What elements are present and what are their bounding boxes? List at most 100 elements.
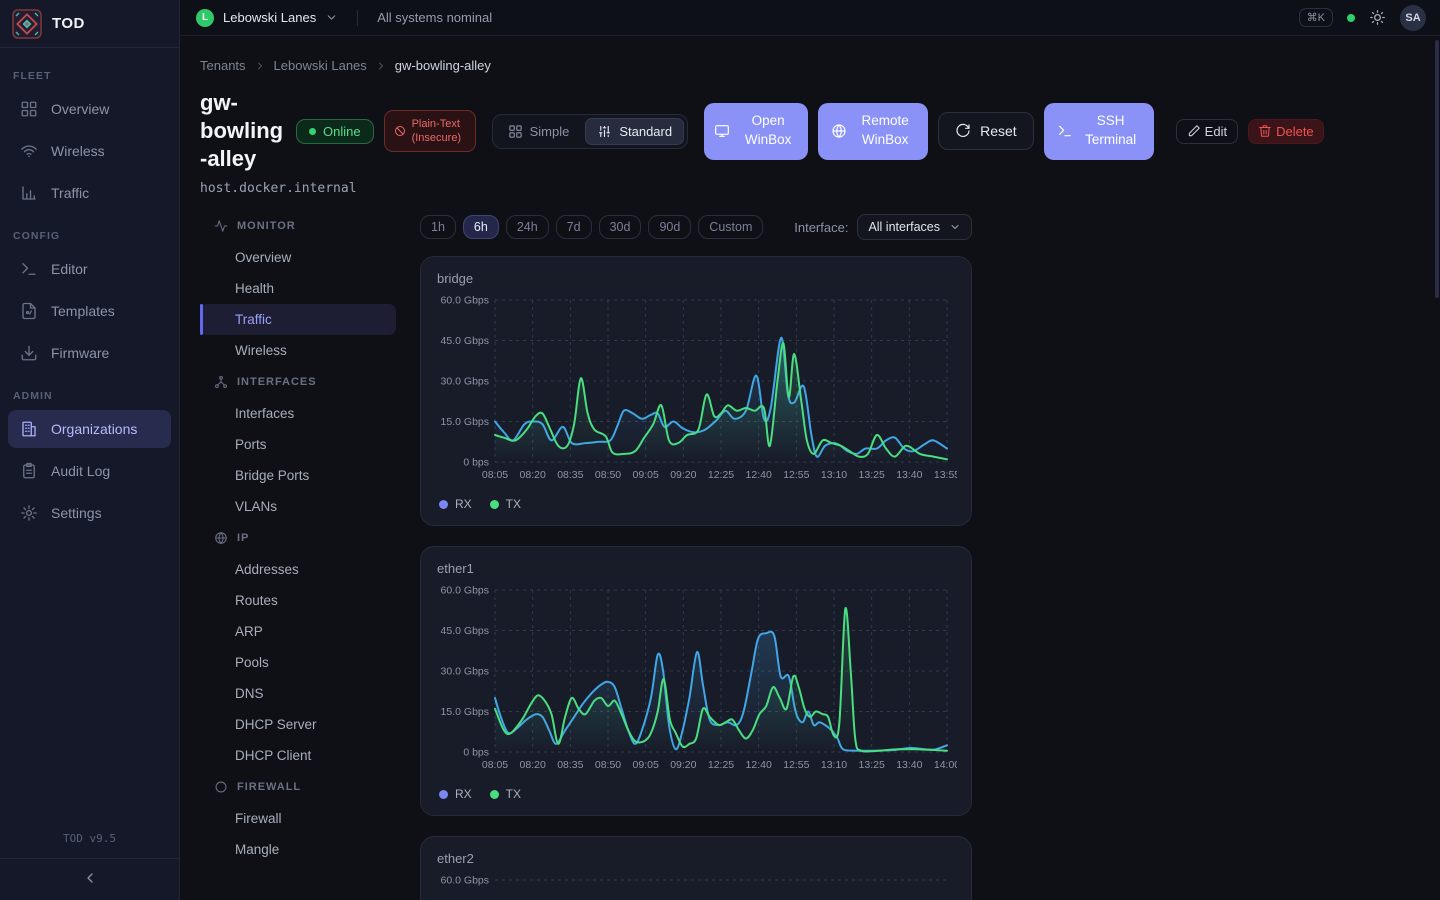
standard-label: Standard [619, 124, 672, 139]
subnav-section-label: IP [237, 532, 249, 544]
breadcrumb-tenants[interactable]: Tenants [200, 58, 246, 73]
online-dot-icon [309, 128, 316, 135]
x-axis-label: 08:05 [482, 469, 508, 481]
sidebar-item-firmware[interactable]: Firmware [8, 334, 171, 372]
x-axis-label: 13:40 [896, 759, 922, 771]
x-axis-label: 13:25 [859, 759, 885, 771]
subnav-item-firewall[interactable]: Firewall [200, 803, 396, 834]
legend-tx: TX [490, 787, 521, 801]
range-6h-button[interactable]: 6h [463, 215, 499, 239]
subnav-item-addresses[interactable]: Addresses [200, 554, 396, 585]
interface-label: Interface: [794, 220, 848, 235]
vertical-scrollbar-thumb[interactable] [1435, 40, 1439, 298]
subnav-item-overview[interactable]: Overview [200, 242, 396, 273]
sidebar-item-label: Wireless [51, 143, 105, 159]
range-90d-button[interactable]: 90d [648, 215, 691, 239]
chart-title: ether2 [437, 851, 955, 866]
subnav-item-wireless[interactable]: Wireless [200, 335, 396, 366]
subnav-item-interfaces[interactable]: Interfaces [200, 398, 396, 429]
legend-dot-icon [439, 790, 448, 799]
sidebar-item-label: Organizations [51, 421, 137, 437]
sidebar-item-editor[interactable]: Editor [8, 250, 171, 288]
reset-button[interactable]: Reset [938, 112, 1034, 150]
sidebar-item-label: Audit Log [51, 463, 110, 479]
subnav-item-ports[interactable]: Ports [200, 429, 396, 460]
x-axis-label: 09:20 [670, 759, 696, 771]
chevron-right-icon [375, 60, 387, 72]
chart-card-bridge: bridge 0 bps15.0 Gbps30.0 Gbps45.0 Gbps6… [420, 256, 972, 526]
chevron-down-icon [325, 11, 338, 24]
y-axis-label: 0 bps [463, 457, 489, 469]
subnav-section-firewall: FIREWALL [200, 771, 396, 803]
subnav-item-dns[interactable]: DNS [200, 678, 396, 709]
edit-button[interactable]: Edit [1176, 119, 1238, 144]
open-winbox-button[interactable]: Open WinBox [704, 103, 808, 160]
range-30d-button[interactable]: 30d [599, 215, 642, 239]
tenant-name: Lebowski Lanes [223, 10, 316, 25]
ssh-terminal-button[interactable]: SSH Terminal [1044, 103, 1154, 160]
y-axis-label: 30.0 Gbps [441, 376, 489, 388]
breadcrumb-tenant-name[interactable]: Lebowski Lanes [274, 58, 367, 73]
subnav-item-bridge-ports[interactable]: Bridge Ports [200, 460, 396, 491]
monitor-icon [714, 123, 730, 139]
chart-legend: RX TX [437, 787, 955, 801]
remote-winbox-label: Remote WinBox [855, 112, 915, 150]
x-axis-label: 13:40 [896, 469, 922, 481]
subnav-item-traffic[interactable]: Traffic [200, 304, 396, 335]
subnav-item-mangle[interactable]: Mangle [200, 834, 396, 865]
subnav-item-pools[interactable]: Pools [200, 647, 396, 678]
sidebar-item-wireless[interactable]: Wireless [8, 132, 171, 170]
range-7d-button[interactable]: 7d [556, 215, 592, 239]
logo-row: TOD [0, 0, 179, 48]
bridge-chart: 0 bps15.0 Gbps30.0 Gbps45.0 Gbps60.0 Gbp… [437, 290, 957, 490]
subnav-item-arp[interactable]: ARP [200, 616, 396, 647]
breadcrumb-current: gw-bowling-alley [395, 58, 491, 73]
x-axis-label: 13:25 [859, 469, 885, 481]
x-axis-label: 08:50 [595, 759, 621, 771]
range-custom-button[interactable]: Custom [698, 215, 763, 239]
sidebar-item-templates[interactable]: Templates [8, 292, 171, 330]
sidebar-item-settings[interactable]: Settings [8, 494, 171, 532]
sidebar-item-audit-log[interactable]: Audit Log [8, 452, 171, 490]
command-palette-shortcut[interactable]: ⌘K [1299, 8, 1333, 27]
user-avatar[interactable]: SA [1400, 5, 1426, 31]
y-axis-label: 15.0 Gbps [441, 706, 489, 718]
legend-rx: RX [439, 497, 472, 511]
subnav-item-routes[interactable]: Routes [200, 585, 396, 616]
subnav-section-ip: IP [200, 522, 396, 554]
x-axis-label: 08:05 [482, 759, 508, 771]
subnav-section-interfaces: INTERFACES [200, 366, 396, 398]
interface-select[interactable]: All interfaces [857, 214, 972, 240]
chevron-down-icon [949, 221, 961, 233]
subnav-item-dhcp-client[interactable]: DHCP Client [200, 740, 396, 771]
sidebar-item-organizations[interactable]: Organizations [8, 410, 171, 448]
legend-label: RX [455, 787, 472, 801]
device-host: host.docker.internal [200, 181, 1440, 196]
open-winbox-label: Open WinBox [738, 112, 798, 150]
range-24h-button[interactable]: 24h [506, 215, 549, 239]
sidebar-collapse-button[interactable] [72, 868, 108, 888]
standard-view-button[interactable]: Standard [585, 118, 684, 145]
subnav-item-vlans[interactable]: VLANs [200, 491, 396, 522]
x-axis-label: 09:05 [633, 469, 659, 481]
sidebar-item-overview[interactable]: Overview [8, 90, 171, 128]
tenant-switcher[interactable]: L Lebowski Lanes [196, 9, 338, 27]
simple-view-button[interactable]: Simple [496, 118, 582, 145]
device-body: MONITOR Overview Health Traffic Wireless… [200, 210, 1440, 900]
delete-button[interactable]: Delete [1248, 119, 1324, 144]
charts-toolbar: 1h 6h 24h 7d 30d 90d Custom Interface: A… [420, 210, 972, 240]
range-1h-button[interactable]: 1h [420, 215, 456, 239]
sidebar-item-traffic[interactable]: Traffic [8, 174, 171, 212]
interface-select-value: All interfaces [868, 220, 940, 234]
grid-icon [20, 100, 38, 118]
insecure-warning-badge: Plain-Text (Insecure) [384, 110, 476, 153]
legend-rx: RX [439, 787, 472, 801]
remote-winbox-button[interactable]: Remote WinBox [818, 103, 928, 160]
theme-toggle-button[interactable] [1369, 9, 1386, 26]
y-axis-label: 60.0 Gbps [441, 295, 489, 307]
subnav-item-health[interactable]: Health [200, 273, 396, 304]
subnav-item-dhcp-server[interactable]: DHCP Server [200, 709, 396, 740]
legend-dot-icon [439, 500, 448, 509]
sliders-icon [597, 124, 612, 139]
x-axis-label: 14:00 [934, 759, 957, 771]
